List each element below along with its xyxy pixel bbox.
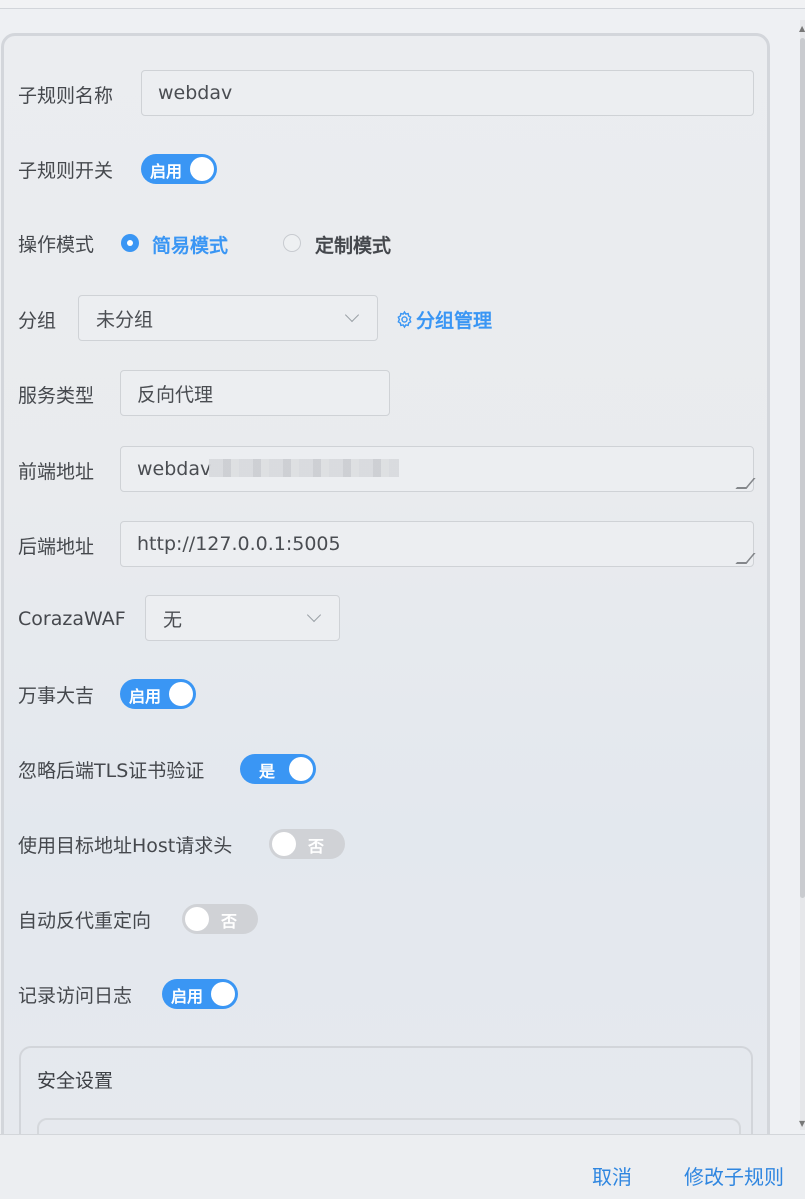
tls-row: 忽略后端TLS证书验证 xyxy=(18,745,204,793)
chevron-down-icon xyxy=(306,607,322,623)
lucky-label: 万事大吉 xyxy=(18,684,95,707)
log-label: 记录访问日志 xyxy=(18,984,133,1007)
cancel-button[interactable]: 取消 xyxy=(592,1161,632,1190)
toggle-knob xyxy=(185,907,209,931)
frontend-address-value: webdav xyxy=(137,458,212,480)
backend-address-value: http://127.0.0.1:5005 xyxy=(137,533,341,555)
group-select-value: 未分组 xyxy=(96,308,154,331)
toggle-knob xyxy=(289,757,313,781)
dialog-footer: 取消 修改子规则 xyxy=(0,1134,805,1199)
toggle-knob xyxy=(169,682,193,706)
scroll-up-icon[interactable]: ▲ xyxy=(799,24,805,33)
security-settings-title: 安全设置 xyxy=(37,1070,114,1092)
log-row: 记录访问日志 xyxy=(18,970,132,1018)
redacted-area xyxy=(209,459,399,477)
toggle-knob xyxy=(190,157,214,181)
access-log-toggle[interactable]: 启用 xyxy=(162,979,238,1009)
lucky-toggle-text: 启用 xyxy=(129,687,162,706)
simple-mode-radio[interactable] xyxy=(121,234,139,252)
tls-label: 忽略后端TLS证书验证 xyxy=(18,759,205,782)
host-row: 使用目标地址Host请求头 xyxy=(18,820,232,868)
group-row: 分组 xyxy=(18,295,56,343)
rule-switch-toggle[interactable]: 启用 xyxy=(141,154,217,184)
frontend-label: 前端地址 xyxy=(18,460,95,483)
group-label: 分组 xyxy=(18,309,57,332)
scrollbar[interactable]: ▲ ▼ xyxy=(799,20,805,1130)
backend-label: 后端地址 xyxy=(18,535,95,558)
frontend-row: 前端地址 xyxy=(18,446,94,494)
mode-row: 操作模式 xyxy=(18,219,94,267)
mode-label: 操作模式 xyxy=(18,233,95,256)
modify-rule-button[interactable]: 修改子规则 xyxy=(684,1161,784,1190)
ignore-tls-toggle-text: 是 xyxy=(259,762,276,781)
host-header-toggle[interactable]: 否 xyxy=(269,829,345,859)
waf-row: CorazaWAF xyxy=(18,595,126,643)
host-label: 使用目标地址Host请求头 xyxy=(18,834,233,857)
frontend-address-input[interactable]: webdav xyxy=(120,446,756,492)
resize-handle-icon[interactable] xyxy=(735,553,756,564)
custom-mode-label[interactable]: 定制模式 xyxy=(315,231,391,258)
redirect-label: 自动反代重定向 xyxy=(18,909,152,932)
chevron-down-icon xyxy=(344,307,360,323)
simple-mode-label[interactable]: 简易模式 xyxy=(152,231,228,258)
group-select[interactable]: 未分组 xyxy=(78,295,378,341)
auto-redirect-toggle-text: 否 xyxy=(221,912,238,931)
rule-switch-text: 启用 xyxy=(150,162,183,181)
waf-select[interactable]: 无 xyxy=(145,595,340,641)
gear-icon xyxy=(397,310,412,329)
backend-row: 后端地址 xyxy=(18,521,94,569)
ignore-tls-toggle[interactable]: 是 xyxy=(240,754,316,784)
switch-label: 子规则开关 xyxy=(18,159,114,182)
scrollbar-thumb[interactable] xyxy=(800,38,805,898)
backend-address-input[interactable]: http://127.0.0.1:5005 xyxy=(120,521,756,567)
lucky-row: 万事大吉 xyxy=(18,670,94,718)
waf-select-value: 无 xyxy=(163,608,183,631)
toggle-knob xyxy=(272,832,296,856)
redirect-row: 自动反代重定向 xyxy=(18,895,151,943)
group-manage-text: 分组管理 xyxy=(416,310,493,332)
host-header-toggle-text: 否 xyxy=(308,837,325,856)
window-top-edge xyxy=(0,0,805,9)
toggle-knob xyxy=(211,982,235,1006)
name-row: 子规则名称 xyxy=(18,70,113,118)
service-type-field[interactable]: 反向代理 xyxy=(120,370,390,416)
waf-label: CorazaWAF xyxy=(18,608,126,630)
scroll-down-icon[interactable]: ▼ xyxy=(799,1119,805,1128)
auto-redirect-toggle[interactable]: 否 xyxy=(182,904,258,934)
custom-mode-radio[interactable] xyxy=(283,234,301,252)
resize-handle-icon[interactable] xyxy=(735,478,756,489)
group-manage-link[interactable]: 分组管理 xyxy=(395,306,492,333)
access-log-toggle-text: 启用 xyxy=(171,987,204,1006)
lucky-toggle[interactable]: 启用 xyxy=(120,679,196,709)
name-input-value: webdav xyxy=(158,82,233,104)
name-input[interactable]: webdav xyxy=(141,70,754,116)
switch-row: 子规则开关 xyxy=(18,145,113,193)
service-label: 服务类型 xyxy=(18,384,95,407)
name-label: 子规则名称 xyxy=(18,84,114,107)
service-type-value: 反向代理 xyxy=(137,383,214,406)
service-row: 服务类型 xyxy=(18,370,94,418)
